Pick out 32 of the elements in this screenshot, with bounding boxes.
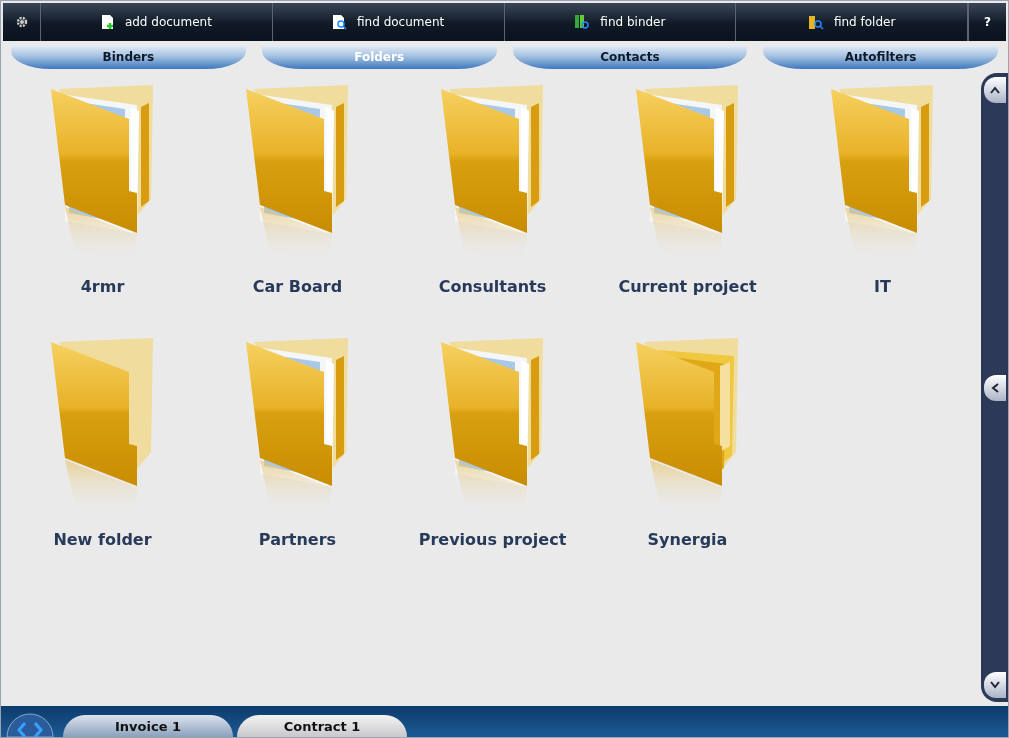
tab[interactable]: Autofilters: [763, 45, 998, 69]
settings-icon: [15, 16, 28, 28]
document-search-icon: [332, 14, 348, 30]
scroll-up-button[interactable]: [983, 77, 1006, 103]
folder-search-icon: [807, 14, 824, 30]
tab[interactable]: Contacts: [512, 45, 748, 69]
collapse-button[interactable]: [983, 374, 1006, 401]
folder-name[interactable]: New folder: [53, 530, 152, 549]
add-document-button[interactable]: add document: [41, 3, 273, 41]
document-tab[interactable]: Invoice 1: [63, 715, 233, 737]
folder-name[interactable]: Current project: [618, 277, 757, 296]
document-tab[interactable]: Contract 1: [237, 715, 407, 737]
folder-name[interactable]: Partners: [258, 530, 337, 549]
find-folder-button[interactable]: find folder: [736, 3, 968, 41]
folder-name[interactable]: Consultants: [438, 277, 547, 296]
up-caret-icon: [989, 86, 1000, 94]
document-plus-icon: [100, 14, 115, 30]
left-caret-icon: [990, 382, 999, 393]
folder-name[interactable]: 4rmr: [80, 277, 125, 296]
folder-name[interactable]: Synergia: [647, 530, 728, 549]
down-caret-icon: [989, 681, 1000, 689]
help-button[interactable]: ?: [968, 3, 1006, 41]
folder-name[interactable]: IT: [874, 277, 891, 296]
folder-name[interactable]: Car Board: [252, 277, 343, 296]
find-binder-button[interactable]: find binder: [504, 3, 737, 41]
tab[interactable]: Binders: [11, 45, 246, 69]
scroll-down-button[interactable]: [983, 672, 1006, 698]
binder-search-icon: [574, 14, 591, 30]
find-document-button[interactable]: find document: [272, 3, 505, 41]
folder-name[interactable]: Previous project: [418, 530, 567, 549]
previous-next-icon[interactable]: [5, 713, 55, 737]
scroll-bar[interactable]: [981, 73, 1008, 702]
